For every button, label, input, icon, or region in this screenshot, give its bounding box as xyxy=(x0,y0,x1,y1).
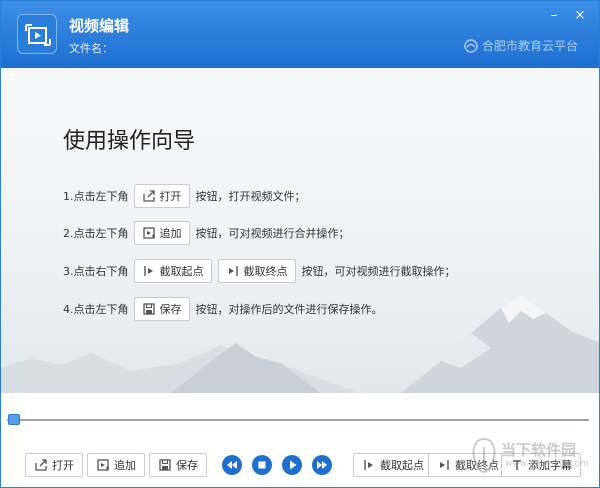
step-prefix: 4.点击左下角 xyxy=(63,303,129,316)
cut-start-icon xyxy=(143,266,153,276)
play-button[interactable] xyxy=(282,455,302,475)
watermark: 当下软件园 www.downxia.com xyxy=(469,435,599,479)
cut-start-label: 截取起点 xyxy=(380,459,424,472)
brand-label: 合肥市教育云平台 xyxy=(463,37,578,54)
guide-cut-end-label: 截取终点 xyxy=(243,265,288,278)
step-prefix: 2.点击左下角 xyxy=(63,227,129,240)
video-editor-window: 视频编辑 文件名： – × 合肥市教育云平台 使用操作向导 1.点击左下角 打开… xyxy=(0,0,600,488)
guide-cut-end-button[interactable]: 截取终点 xyxy=(217,259,296,283)
minimize-button[interactable]: – xyxy=(547,9,561,23)
guide-open-label: 打开 xyxy=(159,190,182,203)
open-icon xyxy=(35,459,47,471)
guide-step-2: 2.点击左下角 追加 按钮，可对视频进行合并操作； xyxy=(63,220,350,246)
guide-step-3: 3.点击右下角 截取起点 截取终点 按钮，可对视频进行截取操作； xyxy=(63,258,456,284)
guide-step-4: 4.点击左下角 保存 按钮，对操作后的文件进行保存操作。 xyxy=(63,296,383,322)
open-icon xyxy=(142,190,155,202)
timeline-playhead[interactable] xyxy=(8,414,20,425)
save-button-label: 保存 xyxy=(176,459,198,472)
guide-cut-start-button[interactable]: 截取起点 xyxy=(133,259,212,283)
guide-panel: 使用操作向导 1.点击左下角 打开 按钮，打开视频文件； 2.点击左下角 追加 … xyxy=(1,68,599,393)
fast-forward-icon xyxy=(317,461,327,469)
watermark-url: www.downxia.com xyxy=(505,459,589,469)
app-icon xyxy=(17,14,57,54)
play-icon xyxy=(290,460,297,470)
cut-start-button[interactable]: 截取起点 xyxy=(353,453,433,477)
guide-open-button[interactable]: 打开 xyxy=(133,184,190,208)
open-button[interactable]: 打开 xyxy=(25,453,83,477)
guide-cut-start-label: 截取起点 xyxy=(159,265,204,278)
close-button[interactable]: × xyxy=(573,9,587,23)
step-suffix: 按钮，对操作后的文件进行保存操作。 xyxy=(195,303,383,316)
open-button-label: 打开 xyxy=(52,459,74,472)
add-button[interactable]: 追加 xyxy=(87,453,145,477)
guide-save-label: 保存 xyxy=(159,303,182,316)
mountain-background xyxy=(1,295,599,393)
step-suffix: 按钮，可对视频进行截取操作； xyxy=(301,265,456,278)
fast-forward-button[interactable] xyxy=(312,455,332,475)
save-icon xyxy=(159,459,171,471)
watermark-logo-icon xyxy=(472,437,496,474)
step-suffix: 按钮，可对视频进行合并操作； xyxy=(195,227,350,240)
guide-step-1: 1.点击左下角 打开 按钮，打开视频文件； xyxy=(63,183,306,209)
guide-add-label: 追加 xyxy=(159,227,182,240)
timeline-track[interactable] xyxy=(7,419,589,421)
guide-heading: 使用操作向导 xyxy=(63,129,196,154)
guide-save-button[interactable]: 保存 xyxy=(133,297,190,321)
brand-text: 合肥市教育云平台 xyxy=(482,39,579,53)
title-bar[interactable]: 视频编辑 文件名： – × 合肥市教育云平台 xyxy=(1,1,599,68)
step-prefix: 3.点击右下角 xyxy=(63,265,129,278)
save-button[interactable]: 保存 xyxy=(149,453,207,477)
add-button-label: 追加 xyxy=(114,459,136,472)
file-name-label: 文件名： xyxy=(69,42,113,55)
add-icon xyxy=(97,459,109,471)
step-prefix: 1.点击左下角 xyxy=(63,190,129,203)
timeline[interactable] xyxy=(1,393,599,437)
app-title: 视频编辑 xyxy=(69,17,130,35)
rewind-button[interactable] xyxy=(222,455,242,475)
guide-add-button[interactable]: 追加 xyxy=(133,221,190,245)
stop-button[interactable] xyxy=(252,455,272,475)
save-icon xyxy=(142,303,155,315)
stop-icon xyxy=(258,461,266,469)
add-icon xyxy=(142,227,155,239)
cut-end-icon xyxy=(440,460,449,470)
step-suffix: 按钮，打开视频文件； xyxy=(195,190,306,203)
cut-end-icon xyxy=(228,266,238,276)
cut-start-icon xyxy=(364,460,373,470)
watermark-text: 当下软件园 xyxy=(501,441,577,459)
rewind-icon xyxy=(227,461,237,469)
cloud-logo-icon xyxy=(464,38,478,53)
